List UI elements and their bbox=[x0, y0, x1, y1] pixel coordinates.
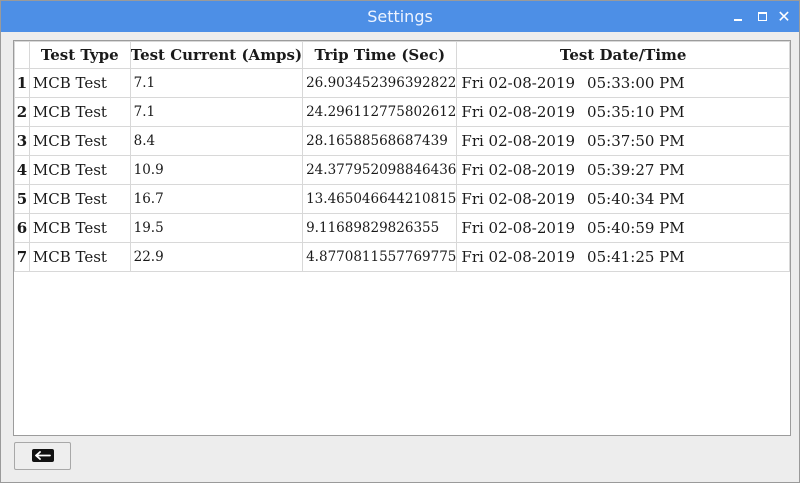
test-type-header[interactable]: Test Type bbox=[28, 41, 131, 69]
test-current-cell[interactable]: 19.5 bbox=[129, 213, 304, 243]
test-date-time-cell[interactable]: Fri 02-08-2019 05:35:10 PM bbox=[456, 97, 790, 127]
table-row[interactable]: 1 MCB Test 7.1 26.903452396392822 Fri 02… bbox=[14, 68, 790, 98]
test-date-time-cell[interactable]: Fri 02-08-2019 05:33:00 PM bbox=[456, 68, 790, 98]
trip-time-cell[interactable]: 4.8770811557769775 bbox=[302, 242, 458, 272]
window-title: Settings bbox=[367, 7, 433, 26]
trip-time-cell[interactable]: 28.16588568687439 bbox=[302, 126, 458, 156]
test-time: 05:37:50 PM bbox=[587, 132, 685, 150]
row-number-header[interactable] bbox=[14, 41, 30, 69]
maximize-icon[interactable] bbox=[752, 1, 772, 32]
test-date-time-cell[interactable]: Fri 02-08-2019 05:39:27 PM bbox=[456, 155, 790, 185]
test-date: Fri 02-08-2019 bbox=[461, 132, 576, 150]
title-bar[interactable]: Settings ✕ bbox=[1, 1, 799, 32]
test-current-header[interactable]: Test Current (Amps) bbox=[129, 41, 304, 69]
table-row[interactable]: 7 MCB Test 22.9 4.8770811557769775 Fri 0… bbox=[14, 242, 790, 272]
test-date: Fri 02-08-2019 bbox=[461, 161, 576, 179]
test-date: Fri 02-08-2019 bbox=[461, 190, 576, 208]
results-table-frame[interactable]: Test Type Test Current (Amps) Trip Time … bbox=[13, 40, 791, 436]
test-date-time-cell[interactable]: Fri 02-08-2019 05:37:50 PM bbox=[456, 126, 790, 156]
test-date: Fri 02-08-2019 bbox=[461, 103, 576, 121]
table-row[interactable]: 3 MCB Test 8.4 28.16588568687439 Fri 02-… bbox=[14, 126, 790, 156]
test-type-cell[interactable]: MCB Test bbox=[28, 68, 131, 98]
results-table: Test Type Test Current (Amps) Trip Time … bbox=[14, 41, 790, 272]
test-time: 05:40:34 PM bbox=[587, 190, 685, 208]
row-number[interactable]: 1 bbox=[14, 68, 30, 98]
row-number[interactable]: 7 bbox=[14, 242, 30, 272]
test-current-cell[interactable]: 7.1 bbox=[129, 68, 304, 98]
trip-time-cell[interactable]: 24.296112775802612 bbox=[302, 97, 458, 127]
test-date-time-cell[interactable]: Fri 02-08-2019 05:41:25 PM bbox=[456, 242, 790, 272]
trip-time-cell[interactable]: 24.377952098846436 bbox=[302, 155, 458, 185]
test-current-cell[interactable]: 22.9 bbox=[129, 242, 304, 272]
test-current-cell[interactable]: 10.9 bbox=[129, 155, 304, 185]
close-icon[interactable]: ✕ bbox=[774, 1, 794, 32]
table-row[interactable]: 5 MCB Test 16.7 13.465046644210815 Fri 0… bbox=[14, 184, 790, 214]
trip-time-header[interactable]: Trip Time (Sec) bbox=[302, 41, 458, 69]
test-date-time-cell[interactable]: Fri 02-08-2019 05:40:59 PM bbox=[456, 213, 790, 243]
test-time: 05:39:27 PM bbox=[587, 161, 685, 179]
test-time: 05:35:10 PM bbox=[587, 103, 685, 121]
test-date: Fri 02-08-2019 bbox=[461, 219, 576, 237]
test-current-cell[interactable]: 7.1 bbox=[129, 97, 304, 127]
test-time: 05:40:59 PM bbox=[587, 219, 685, 237]
table-row[interactable]: 4 MCB Test 10.9 24.377952098846436 Fri 0… bbox=[14, 155, 790, 185]
row-number[interactable]: 5 bbox=[14, 184, 30, 214]
trip-time-cell[interactable]: 26.903452396392822 bbox=[302, 68, 458, 98]
row-number[interactable]: 4 bbox=[14, 155, 30, 185]
row-number[interactable]: 6 bbox=[14, 213, 30, 243]
back-button[interactable] bbox=[14, 442, 71, 470]
test-type-cell[interactable]: MCB Test bbox=[28, 155, 131, 185]
row-number[interactable]: 2 bbox=[14, 97, 30, 127]
row-number[interactable]: 3 bbox=[14, 126, 30, 156]
table-header-row: Test Type Test Current (Amps) Trip Time … bbox=[14, 41, 790, 69]
test-time: 05:41:25 PM bbox=[587, 248, 685, 266]
test-date-time-cell[interactable]: Fri 02-08-2019 05:40:34 PM bbox=[456, 184, 790, 214]
trip-time-cell[interactable]: 9.11689829826355 bbox=[302, 213, 458, 243]
settings-window: Settings ✕ Test Type Test Current (Amps)… bbox=[0, 0, 800, 483]
test-type-cell[interactable]: MCB Test bbox=[28, 126, 131, 156]
test-current-cell[interactable]: 16.7 bbox=[129, 184, 304, 214]
test-type-cell[interactable]: MCB Test bbox=[28, 213, 131, 243]
arrow-left-icon bbox=[32, 449, 54, 462]
test-date-time-header[interactable]: Test Date/Time bbox=[456, 41, 790, 69]
test-type-cell[interactable]: MCB Test bbox=[28, 184, 131, 214]
table-row[interactable]: 2 MCB Test 7.1 24.296112775802612 Fri 02… bbox=[14, 97, 790, 127]
test-current-cell[interactable]: 8.4 bbox=[129, 126, 304, 156]
test-date: Fri 02-08-2019 bbox=[461, 74, 576, 92]
trip-time-cell[interactable]: 13.465046644210815 bbox=[302, 184, 458, 214]
test-time: 05:33:00 PM bbox=[587, 74, 685, 92]
test-type-cell[interactable]: MCB Test bbox=[28, 242, 131, 272]
test-date: Fri 02-08-2019 bbox=[461, 248, 576, 266]
minimize-icon[interactable] bbox=[728, 1, 748, 32]
table-row[interactable]: 6 MCB Test 19.5 9.11689829826355 Fri 02-… bbox=[14, 213, 790, 243]
test-type-cell[interactable]: MCB Test bbox=[28, 97, 131, 127]
